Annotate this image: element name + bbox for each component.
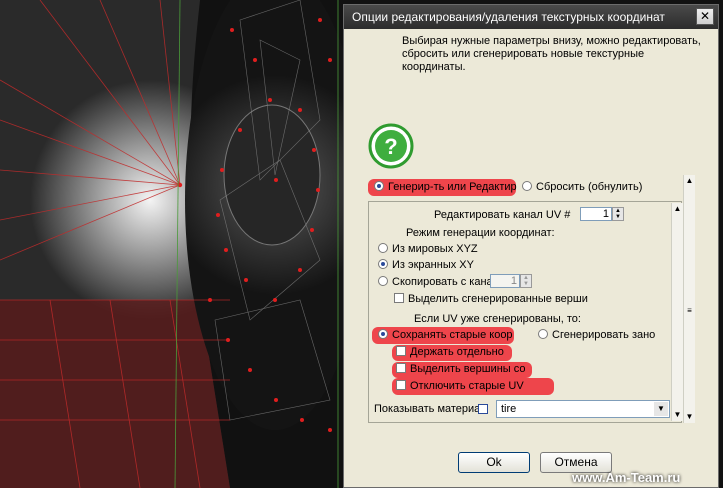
rollout-scroll-down-icon[interactable]: ▼ xyxy=(672,409,683,420)
edit-channel-label: Редактировать канал UV # xyxy=(434,209,571,221)
regenerate-label: Сгенерировать зано xyxy=(552,329,656,341)
material-select[interactable]: tire ▼ xyxy=(496,400,670,418)
select-generated-option[interactable]: Выделить сгенерированные верши xyxy=(394,293,588,305)
question-icon: ? xyxy=(368,123,414,169)
rollout-scroll-up-icon[interactable]: ▲ xyxy=(672,203,683,214)
copy-channel-spin-icon[interactable]: ▲ ▼ xyxy=(520,274,532,288)
gen-world-radio[interactable] xyxy=(378,243,388,253)
disable-old-option[interactable]: Отключить старые UV xyxy=(396,380,524,392)
select-vertices-checkbox[interactable] xyxy=(396,363,406,373)
select-vertices-option[interactable]: Выделить вершины со xyxy=(396,363,526,375)
gen-world-label: Из мировых XYZ xyxy=(392,243,478,255)
ok-button[interactable]: Ok xyxy=(458,452,530,473)
copy-channel-spinner[interactable]: 1 xyxy=(490,274,520,288)
keep-old-radio[interactable] xyxy=(378,329,388,339)
close-button[interactable]: ✕ xyxy=(696,8,714,25)
dialog-scrollbar[interactable]: ▲ ≡ ▼ xyxy=(683,175,695,423)
ok-label: Ok xyxy=(486,455,502,469)
chevron-down-icon[interactable]: ▼ xyxy=(654,402,668,416)
mode-reset-label: Сбросить (обнулить) xyxy=(536,181,643,193)
select-generated-label: Выделить сгенерированные верши xyxy=(408,293,588,305)
dialog-titlebar[interactable]: Опции редактирования/удаления текстурных… xyxy=(344,5,718,29)
gen-screen-label: Из экранных XY xyxy=(392,259,474,271)
keep-old-option[interactable]: Сохранять старые коор xyxy=(378,329,513,341)
rollout-scrollbar[interactable]: ▲ ▼ xyxy=(671,203,683,421)
keep-separate-checkbox[interactable] xyxy=(396,346,406,356)
gen-screen-option[interactable]: Из экранных XY xyxy=(378,259,474,271)
watermark: www.Am-Team.ru xyxy=(572,470,681,485)
gen-copy-option[interactable]: Скопировать с кана xyxy=(378,276,493,288)
gen-screen-radio[interactable] xyxy=(378,259,388,269)
show-material-checkbox[interactable] xyxy=(478,404,488,414)
scroll-down-icon[interactable]: ▼ xyxy=(684,411,695,422)
dialog-description: Выбирая нужные параметры внизу, можно ре… xyxy=(402,35,701,73)
cancel-label: Отмена xyxy=(554,455,598,469)
gen-copy-label: Скопировать с кана xyxy=(392,276,493,288)
gen-world-option[interactable]: Из мировых XYZ xyxy=(378,243,478,255)
mode-generate-option[interactable]: Генерир-ть или Редактир xyxy=(374,181,517,193)
existing-group-label: Если UV уже сгенерированы, то: xyxy=(414,313,581,325)
dialog-title: Опции редактирования/удаления текстурных… xyxy=(352,10,665,24)
disable-old-checkbox[interactable] xyxy=(396,380,406,390)
generation-group-label: Режим генерации координат: xyxy=(406,227,555,239)
keep-separate-option[interactable]: Держать отдельно xyxy=(396,346,504,358)
close-icon: ✕ xyxy=(699,9,711,23)
regenerate-option[interactable]: Сгенерировать зано xyxy=(538,329,655,341)
svg-text:?: ? xyxy=(384,134,397,159)
mode-reset-radio[interactable] xyxy=(522,181,532,191)
keep-old-label: Сохранять старые коор xyxy=(392,329,513,341)
edit-channel-spin-icon[interactable]: ▲ ▼ xyxy=(612,207,624,221)
edit-channel-spinner[interactable]: 1 xyxy=(580,207,612,221)
select-vertices-label: Выделить вершины со xyxy=(410,363,526,375)
show-material-label: Показывать материал xyxy=(374,403,487,415)
select-generated-checkbox[interactable] xyxy=(394,293,404,303)
material-value: tire xyxy=(501,403,517,415)
scroll-up-icon[interactable]: ▲ xyxy=(684,175,695,186)
mode-generate-label: Генерир-ть или Редактир xyxy=(388,181,517,193)
mode-reset-option[interactable]: Сбросить (обнулить) xyxy=(522,181,642,193)
edit-uv-dialog: Опции редактирования/удаления текстурных… xyxy=(343,4,719,488)
disable-old-label: Отключить старые UV xyxy=(410,380,524,392)
keep-separate-label: Держать отдельно xyxy=(410,346,504,358)
regenerate-radio[interactable] xyxy=(538,329,548,339)
mode-generate-radio[interactable] xyxy=(374,181,384,191)
scroll-grip-icon[interactable]: ≡ xyxy=(684,305,695,316)
gen-copy-radio[interactable] xyxy=(378,276,388,286)
